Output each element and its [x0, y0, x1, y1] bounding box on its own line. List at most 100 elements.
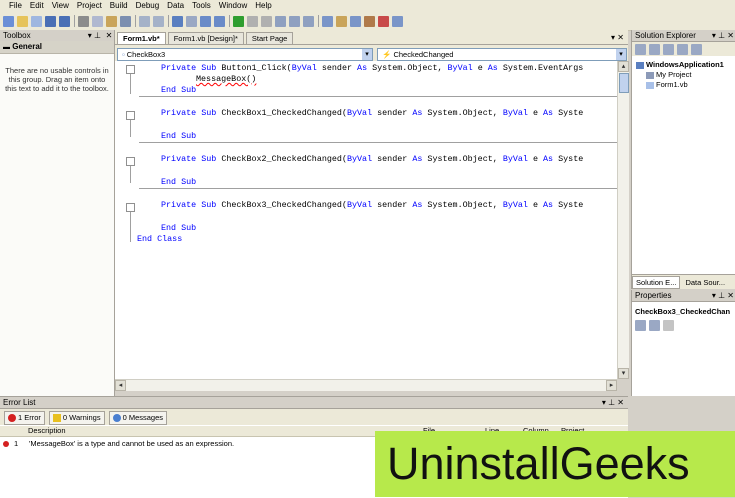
- collapse-toggle[interactable]: [126, 157, 135, 166]
- toolbox-icon[interactable]: [364, 15, 375, 27]
- properties-panel: Properties ▾ ⊥ ✕ CheckBox3_CheckedChan: [631, 290, 735, 396]
- copy-icon[interactable]: [92, 15, 103, 27]
- object-browser-icon[interactable]: [378, 15, 389, 27]
- start-debugging-icon[interactable]: [233, 15, 244, 27]
- menu-debug[interactable]: Debug: [136, 0, 160, 12]
- scroll-thumb[interactable]: [619, 73, 629, 93]
- view-code-icon[interactable]: [677, 43, 688, 55]
- scroll-down-icon[interactable]: ▾: [618, 368, 629, 379]
- error-list-header: Error List ▾ ⊥ ✕: [0, 397, 628, 409]
- new-project-icon[interactable]: [3, 15, 14, 27]
- scroll-right-icon[interactable]: ▸: [606, 380, 617, 391]
- solution-explorer-toolbar: [632, 42, 735, 56]
- find-in-files-icon[interactable]: [322, 15, 333, 27]
- save-all-icon[interactable]: [59, 15, 70, 27]
- method-combo[interactable]: ⚡ CheckedChanged ▾: [377, 47, 627, 61]
- class-combo-icon: ▫: [122, 49, 125, 59]
- chevron-down-icon[interactable]: ▾: [362, 48, 372, 60]
- find-icon[interactable]: [120, 15, 131, 27]
- tab-controls[interactable]: ▾ ✕: [611, 33, 624, 42]
- menu-view[interactable]: View: [52, 0, 69, 12]
- properties-icon[interactable]: [635, 43, 646, 55]
- stop-debugging-icon[interactable]: [261, 15, 272, 27]
- menu-data[interactable]: Data: [167, 0, 184, 12]
- error-icon: [8, 414, 16, 422]
- show-all-files-icon[interactable]: [649, 43, 660, 55]
- class-combo[interactable]: ▫ CheckBox3 ▾: [117, 47, 373, 61]
- tree-item-project[interactable]: WindowsApplication1: [636, 60, 724, 70]
- tree-item-form1[interactable]: Form1.vb: [646, 80, 688, 90]
- collapse-icon: ▬: [3, 44, 10, 51]
- horizontal-scrollbar[interactable]: ◂ ▸: [115, 379, 617, 391]
- toolbar-separator: [135, 15, 136, 27]
- vertical-scrollbar[interactable]: ▴ ▾: [617, 61, 629, 379]
- menu-help[interactable]: Help: [255, 0, 271, 12]
- menu-project[interactable]: Project: [77, 0, 102, 12]
- paste-icon[interactable]: [106, 15, 117, 27]
- tab-form1-design[interactable]: Form1.vb [Design]*: [167, 32, 244, 44]
- comment-icon[interactable]: [139, 15, 150, 27]
- tab-data-sources[interactable]: Data Sour...: [682, 277, 728, 288]
- panel-controls[interactable]: ▾ ⊥ ✕: [712, 290, 734, 301]
- save-icon[interactable]: [45, 15, 56, 27]
- code-line: End Class: [137, 234, 183, 244]
- warning-icon: [52, 414, 61, 422]
- class-combo-value: CheckBox3: [126, 49, 166, 59]
- tab-solution-explorer[interactable]: Solution E...: [632, 275, 681, 289]
- scroll-up-icon[interactable]: ▴: [618, 61, 629, 72]
- navigate-back-icon[interactable]: [200, 15, 211, 27]
- code-line: Private Sub CheckBox2_CheckedChanged(ByV…: [161, 154, 584, 164]
- chevron-down-icon[interactable]: ▾: [616, 48, 626, 60]
- uncomment-icon[interactable]: [153, 15, 164, 27]
- project-icon: [636, 61, 644, 69]
- solution-explorer-icon[interactable]: [336, 15, 347, 27]
- tab-form1-vb[interactable]: Form1.vb*: [117, 32, 166, 44]
- toolbox-pin-icon[interactable]: ▾ ⊥: [88, 30, 101, 41]
- step-into-icon[interactable]: [275, 15, 286, 27]
- menu-file[interactable]: File: [9, 0, 22, 12]
- menu-window[interactable]: Window: [219, 0, 247, 12]
- tab-start-page[interactable]: Start Page: [245, 32, 294, 44]
- error-description: 'MessageBox' is a type and cannot be use…: [29, 439, 235, 448]
- navigation-bar: ▫ CheckBox3 ▾ ⚡ CheckedChanged ▾: [115, 45, 628, 61]
- messages-filter-button[interactable]: 0 Messages: [108, 411, 168, 425]
- menu-build[interactable]: Build: [110, 0, 128, 12]
- toolbar-separator: [168, 15, 169, 27]
- errors-filter-button[interactable]: 1 Error: [4, 411, 45, 425]
- error-icon: [3, 440, 9, 447]
- scroll-left-icon[interactable]: ◂: [115, 380, 126, 391]
- step-out-icon[interactable]: [303, 15, 314, 27]
- menu-edit[interactable]: Edit: [30, 0, 44, 12]
- properties-object-name[interactable]: CheckBox3_CheckedChan: [635, 307, 730, 316]
- code-line: Private Sub CheckBox1_CheckedChanged(ByV…: [161, 108, 584, 118]
- cut-icon[interactable]: [78, 15, 89, 27]
- warnings-filter-button[interactable]: 0 Warnings: [48, 411, 105, 425]
- error-list-title: Error List: [3, 398, 36, 407]
- alphabetical-icon[interactable]: [649, 320, 660, 331]
- panel-controls[interactable]: ▾ ⊥ ✕: [712, 30, 734, 41]
- property-pages-icon[interactable]: [663, 320, 674, 331]
- collapse-toggle[interactable]: [126, 111, 135, 120]
- collapse-toggle[interactable]: [126, 203, 135, 212]
- undo-icon[interactable]: [172, 15, 183, 27]
- redo-icon[interactable]: [186, 15, 197, 27]
- start-page-icon[interactable]: [392, 15, 403, 27]
- menu-tools[interactable]: Tools: [192, 0, 211, 12]
- categorized-icon[interactable]: [635, 320, 646, 331]
- properties-icon[interactable]: [350, 15, 361, 27]
- panel-controls[interactable]: ▾ ⊥ ✕: [602, 397, 624, 408]
- open-folder-icon[interactable]: [17, 15, 28, 27]
- break-all-icon[interactable]: [247, 15, 258, 27]
- code-line: End Sub: [161, 177, 197, 187]
- view-designer-icon[interactable]: [691, 43, 702, 55]
- collapse-toggle[interactable]: [126, 65, 135, 74]
- refresh-icon[interactable]: [663, 43, 674, 55]
- toolbox-group-general[interactable]: ▬ General: [0, 41, 114, 54]
- step-over-icon[interactable]: [289, 15, 300, 27]
- code-editor[interactable]: Private Sub Button1_Click(ByVal sender A…: [115, 61, 617, 379]
- add-item-icon[interactable]: [31, 15, 42, 27]
- close-icon[interactable]: ✕: [104, 30, 114, 41]
- column-description[interactable]: Description: [28, 426, 423, 436]
- tree-item-my-project[interactable]: My Project: [646, 70, 691, 80]
- navigate-forward-icon[interactable]: [214, 15, 225, 27]
